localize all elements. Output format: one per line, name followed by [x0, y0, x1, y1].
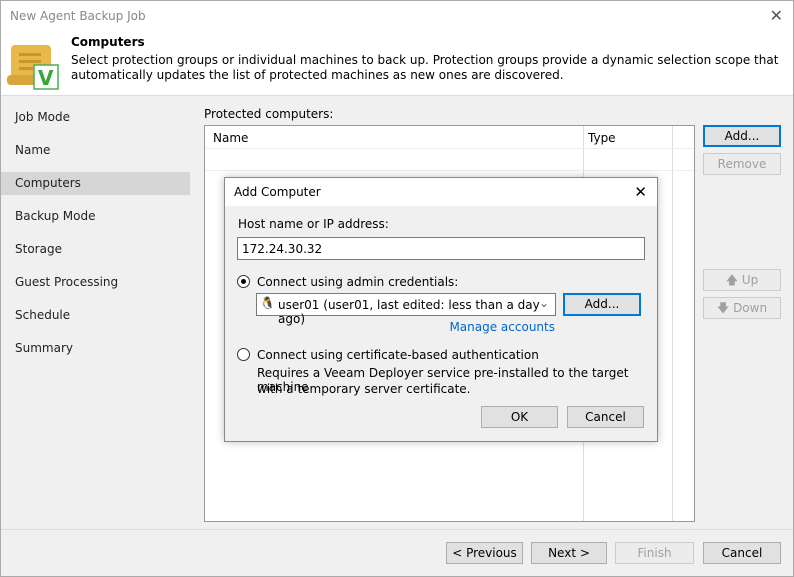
remove-button[interactable]: Remove — [703, 153, 781, 175]
arrow-down-icon: 🡇 — [716, 301, 734, 315]
step-backup-mode[interactable]: Backup Mode — [1, 205, 190, 228]
column-type[interactable]: Type — [588, 131, 616, 145]
wizard-steps: Job Mode Name Computers Backup Mode Stor… — [1, 97, 190, 529]
protected-computers-label: Protected computers: — [204, 107, 334, 121]
wizard-window: New Agent Backup Job ✕ V Computers Selec… — [0, 0, 794, 577]
certificate-auth-desc-2: with a temporary server certificate. — [257, 382, 471, 396]
cancel-button[interactable]: Cancel — [703, 542, 781, 564]
previous-button[interactable]: < Previous — [446, 542, 523, 564]
linux-penguin-icon: 🐧 — [260, 296, 275, 310]
window-title: New Agent Backup Job — [10, 9, 146, 23]
step-storage[interactable]: Storage — [1, 238, 190, 261]
column-name[interactable]: Name — [213, 131, 248, 145]
title-bar: New Agent Backup Job ✕ — [1, 1, 793, 33]
add-credentials-button[interactable]: Add... — [563, 293, 641, 316]
credentials-dropdown[interactable]: 🐧 user01 (user01, last edited: less than… — [256, 293, 556, 326]
chevron-down-icon: ⌄ — [538, 296, 549, 310]
step-guest-processing[interactable]: Guest Processing — [1, 271, 190, 294]
arrow-up-icon: 🡅 — [725, 273, 742, 287]
step-summary[interactable]: Summary — [1, 337, 190, 360]
manage-accounts-link[interactable]: Manage accounts — [449, 320, 555, 334]
dialog-close-icon[interactable]: ✕ — [634, 183, 647, 201]
down-button[interactable]: 🡇 Down — [703, 297, 781, 319]
step-name[interactable]: Name — [1, 139, 190, 162]
next-button[interactable]: Next > — [531, 542, 607, 564]
up-button[interactable]: 🡅 Up — [703, 269, 781, 291]
svg-text:V: V — [38, 66, 54, 90]
dialog-cancel-button[interactable]: Cancel — [567, 406, 644, 428]
step-schedule[interactable]: Schedule — [1, 304, 190, 327]
admin-credentials-radio[interactable] — [237, 275, 250, 288]
host-input[interactable] — [237, 237, 645, 260]
step-computers[interactable]: Computers — [1, 172, 190, 195]
certificate-auth-radio[interactable] — [237, 348, 250, 361]
host-label: Host name or IP address: — [238, 217, 389, 231]
dialog-title: Add Computer — [234, 185, 321, 199]
step-job-mode[interactable]: Job Mode — [1, 106, 190, 129]
dialog-title-bar: Add Computer ✕ — [225, 178, 657, 206]
page-description: Select protection groups or individual m… — [71, 53, 779, 82]
admin-credentials-label[interactable]: Connect using admin credentials: — [257, 275, 458, 289]
add-button[interactable]: Add... — [703, 125, 781, 147]
add-computer-dialog: Add Computer ✕ Host name or IP address: … — [224, 177, 658, 442]
scroll-check-icon: V — [7, 45, 59, 90]
certificate-auth-label[interactable]: Connect using certificate-based authenti… — [257, 348, 539, 362]
page-title: Computers — [71, 35, 145, 49]
header: V Computers Select protection groups or … — [1, 33, 793, 96]
finish-button[interactable]: Finish — [615, 542, 694, 564]
ok-button[interactable]: OK — [481, 406, 558, 428]
close-icon[interactable]: ✕ — [770, 6, 783, 25]
